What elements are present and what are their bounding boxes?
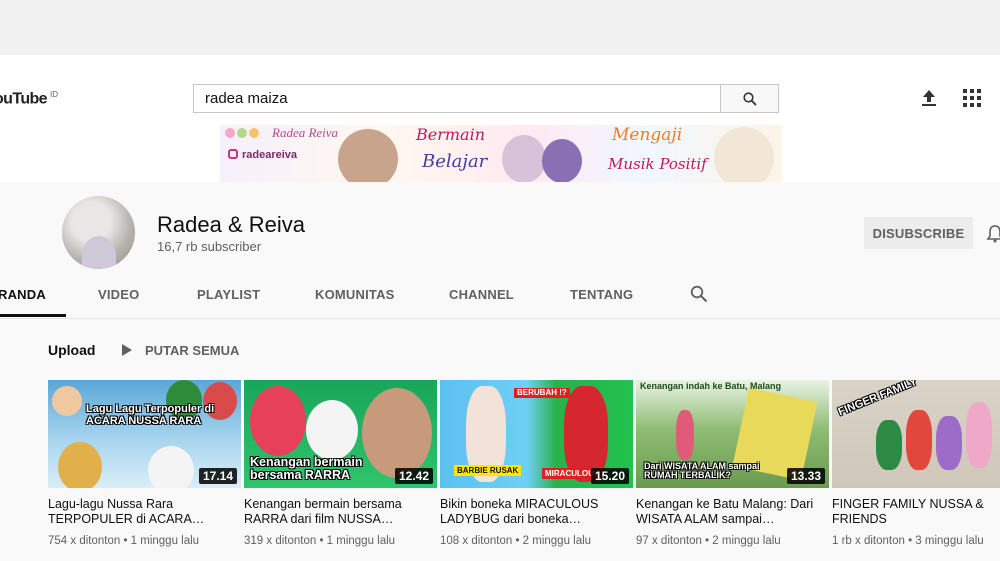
search-button[interactable] [720, 84, 779, 113]
subscriber-count: 16,7 rb subscriber [157, 239, 262, 254]
thumb-figure [52, 386, 82, 416]
browser-top-area [0, 0, 1000, 55]
video-title[interactable]: Kenangan ke Batu Malang: Dari WISATA ALA… [636, 497, 829, 527]
play-all-button[interactable]: PUTAR SEMUA [122, 343, 239, 358]
banner-word-mengaji: Mengaji [612, 125, 683, 145]
video-duration: 12.42 [394, 468, 433, 484]
tab-channel[interactable]: CHANNEL [449, 287, 514, 302]
video-card[interactable]: Kenangan indah ke Batu, Malang Dari WISA… [636, 380, 829, 547]
video-thumbnail[interactable]: Kenangan indah ke Batu, Malang Dari WISA… [636, 380, 829, 488]
tab-video[interactable]: VIDEO [98, 287, 139, 302]
tab-beranda[interactable]: RANDA [0, 287, 46, 302]
logo-region: ID [49, 90, 58, 99]
thumbnail-top-caption: Kenangan indah ke Batu, Malang [640, 381, 782, 391]
video-card[interactable]: Kenangan bermain bersama RARRA 12.42 Ken… [244, 380, 437, 547]
video-card[interactable]: FINGER FAMILY 2 FINGER FAMILY NUSSA & FR… [832, 380, 1000, 547]
thumbnail-caption: Kenangan bermain bersama RARRA [250, 455, 363, 483]
thumbnail-caption: Lagu Lagu Terpopuler di ACARA NUSSA RARA [86, 403, 215, 427]
thumb-figure [306, 400, 358, 460]
play-icon [122, 344, 132, 356]
thumbnail-caption: BERUBAH !? [514, 388, 570, 399]
apps-grid-icon[interactable] [963, 89, 981, 107]
tab-playlist[interactable]: PLAYLIST [197, 287, 260, 302]
thumb-figure [250, 386, 306, 456]
video-card[interactable]: BERUBAH !? BARBIE RUSAK MIRACULOUS 15.20… [440, 380, 633, 547]
thumbnail-caption: Dari WISATA ALAM sampai RUMAH TERBALIK? [644, 461, 760, 481]
video-thumbnail[interactable]: BERUBAH !? BARBIE RUSAK MIRACULOUS 15.20 [440, 380, 633, 488]
banner-artwork: Radea Reiva radeareiva Bermain Belajar M… [220, 125, 782, 182]
thumbnail-caption: FINGER FAMILY [836, 380, 919, 419]
channel-tabs: RANDA VIDEO PLAYLIST KOMUNITAS CHANNEL T… [0, 275, 1000, 318]
bell-icon[interactable] [985, 224, 1000, 244]
thumb-finger-puppet [876, 420, 902, 470]
upload-icon[interactable] [918, 87, 940, 109]
masthead: ouTubeID [0, 55, 1000, 125]
banner-word-musik: Musik Positif [608, 155, 707, 173]
video-meta: 1 rb x ditonton • 3 minggu lalu [832, 535, 984, 547]
video-title[interactable]: Bikin boneka MIRACULOUS LADYBUG dari bon… [440, 497, 633, 527]
video-thumbnail[interactable]: Kenangan bermain bersama RARRA 12.42 [244, 380, 437, 488]
video-meta: 108 x ditonton • 2 minggu lalu [440, 535, 592, 547]
video-meta: 97 x ditonton • 2 minggu lalu [636, 535, 781, 547]
banner-brand: Radea Reiva [272, 125, 339, 140]
thumb-finger-puppet [936, 416, 962, 470]
thumb-figure [58, 442, 102, 488]
video-duration: 15.20 [590, 468, 629, 484]
banner-instagram: radeareiva [228, 149, 297, 161]
video-card[interactable]: Lagu Lagu Terpopuler di ACARA NUSSA RARA… [48, 380, 241, 547]
thumb-finger-puppet [906, 410, 932, 470]
thumb-figure [676, 410, 694, 460]
subscribed-button[interactable]: DISUBSCRIBE [864, 217, 973, 249]
video-duration: 17.14 [198, 468, 237, 484]
search-box [193, 84, 720, 113]
video-title[interactable]: Lagu-lagu Nussa Rara TERPOPULER di ACARA… [48, 497, 241, 527]
banner-photo-girl [338, 129, 398, 182]
banner-word-bermain: Bermain [416, 125, 486, 144]
tab-tentang[interactable]: TENTANG [570, 287, 633, 302]
shelf-title[interactable]: Upload [48, 342, 95, 358]
video-thumbnail[interactable]: FINGER FAMILY 2 [832, 380, 1000, 488]
search-icon [743, 92, 757, 106]
home-content: Upload PUTAR SEMUA Lagu Lagu Terpopuler … [0, 318, 1000, 561]
banner-photo-kids [502, 135, 546, 182]
video-thumbnail[interactable]: Lagu Lagu Terpopuler di ACARA NUSSA RARA… [48, 380, 241, 488]
search-input[interactable] [194, 85, 720, 112]
video-duration: 13.33 [786, 468, 825, 484]
channel-avatar[interactable] [62, 196, 135, 269]
active-tab-indicator [0, 314, 66, 317]
thumb-finger-puppet [966, 402, 992, 468]
video-title[interactable]: Kenangan bermain bersama RARRA dari film… [244, 497, 437, 527]
banner-photo-kids-2 [542, 139, 582, 182]
instagram-icon [228, 149, 238, 159]
channel-name: Radea & Reiva [157, 212, 305, 237]
banner-photo-girl-2 [714, 127, 774, 182]
thumbnail-tag-left: BARBIE RUSAK [454, 465, 522, 476]
video-title[interactable]: FINGER FAMILY NUSSA & FRIENDS [832, 497, 1000, 527]
channel-banner: Radea Reiva radeareiva Bermain Belajar M… [0, 125, 1000, 182]
thumb-figure [148, 446, 194, 488]
banner-word-belajar: Belajar [422, 151, 488, 172]
tab-komunitas[interactable]: KOMUNITAS [315, 287, 395, 302]
channel-search-icon[interactable] [690, 285, 708, 303]
video-meta: 754 x ditonton • 1 minggu lalu [48, 535, 200, 547]
video-meta: 319 x ditonton • 1 minggu lalu [244, 535, 396, 547]
youtube-logo[interactable]: ouTubeID [0, 90, 58, 108]
